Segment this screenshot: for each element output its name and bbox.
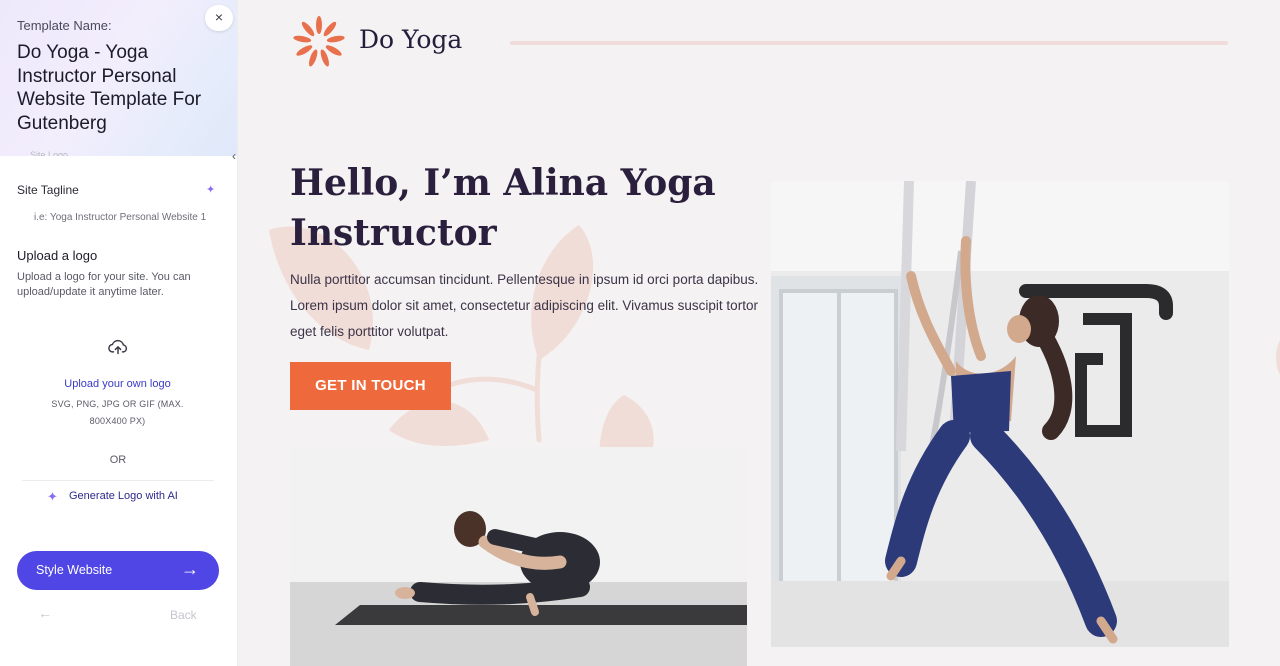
hero-description: Nulla porttitor accumsan tincidunt. Pell… bbox=[290, 272, 759, 339]
back-button[interactable]: Back bbox=[170, 608, 197, 622]
website-preview: Do Yoga Hello, I’m Alina Yoga Instructor… bbox=[239, 0, 1280, 666]
yoga-stretch-photo bbox=[290, 447, 747, 666]
scrolled-field-remnant: Site Logo bbox=[30, 150, 69, 156]
template-name-label: Template Name: bbox=[17, 18, 112, 33]
style-website-button[interactable]: Style Website → bbox=[17, 551, 219, 590]
upload-format-hint: SVG, PNG, JPG OR GIF (MAX. 800X400 PX) bbox=[51, 399, 184, 426]
back-arrow-icon[interactable]: ← bbox=[38, 605, 52, 621]
collapse-sidebar-icon[interactable]: ‹ bbox=[232, 149, 236, 163]
arrow-right-icon: → bbox=[181, 559, 199, 579]
style-website-label: Style Website bbox=[36, 563, 113, 577]
site-tagline-input[interactable]: i.e: Yoga Instructor Personal Website 1 bbox=[34, 212, 206, 223]
nav-placeholder-bar bbox=[510, 41, 1228, 45]
template-header: Template Name: Do Yoga - Yoga Instructor… bbox=[0, 0, 237, 156]
close-button[interactable]: × bbox=[205, 5, 233, 31]
upload-logo-title: Upload a logo bbox=[17, 248, 98, 263]
cloud-upload-icon bbox=[108, 339, 128, 355]
onboarding-sidebar: Template Name: Do Yoga - Yoga Instructor… bbox=[0, 0, 238, 666]
get-in-touch-button[interactable]: GET IN TOUCH bbox=[290, 362, 451, 410]
generate-logo-ai-button[interactable]: ✦ Generate Logo with AI bbox=[22, 480, 214, 512]
brand-name[interactable]: Do Yoga bbox=[359, 25, 462, 54]
upload-own-logo-link[interactable]: Upload your own logo bbox=[17, 378, 218, 390]
generate-logo-label: Generate Logo with AI bbox=[69, 490, 178, 502]
ai-sparkle-icon: ✦ bbox=[47, 489, 58, 504]
template-name: Do Yoga - Yoga Instructor Personal Websi… bbox=[17, 42, 202, 134]
hero-title: Hello, I’m Alina Yoga Instructor bbox=[290, 162, 716, 254]
site-tagline-label: Site Tagline bbox=[17, 183, 79, 197]
upload-logo-description: Upload a logo for your site. You can upl… bbox=[17, 271, 191, 298]
do-yoga-logo-icon bbox=[293, 16, 345, 67]
aerial-yoga-photo bbox=[771, 181, 1229, 647]
or-divider: OR bbox=[109, 454, 127, 466]
logo-upload-dropzone[interactable]: Upload your own logo SVG, PNG, JPG OR GI… bbox=[17, 330, 218, 440]
ai-sparkle-icon[interactable]: ✦ bbox=[206, 183, 215, 196]
edge-decoration bbox=[1276, 340, 1280, 375]
